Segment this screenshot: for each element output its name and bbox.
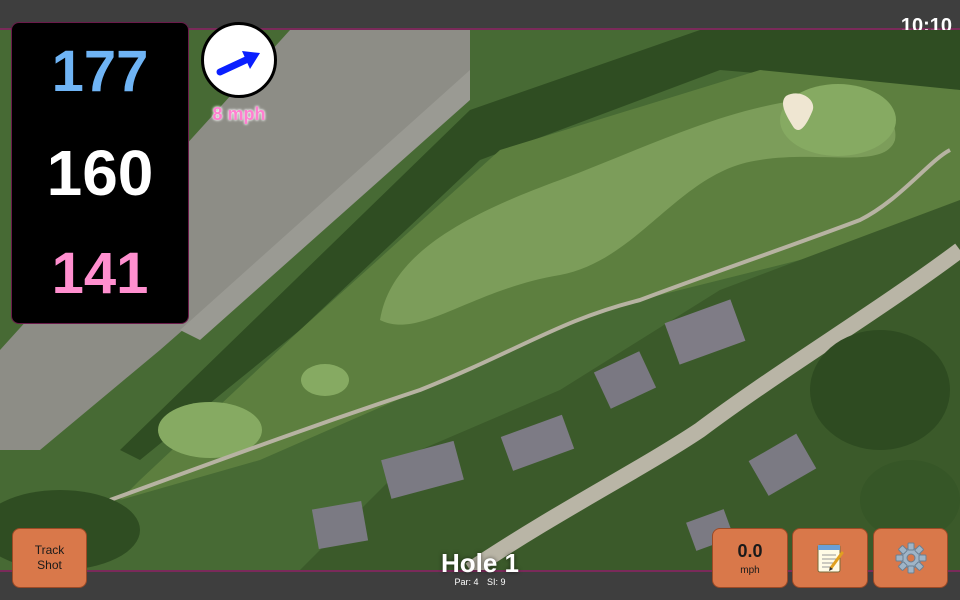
speed-button[interactable]: 0.0 mph: [712, 528, 788, 588]
track-shot-label-line1: Track: [34, 543, 65, 557]
hole-stroke-index: SI: 9: [487, 577, 506, 587]
wind-speed-label: 8 mph: [212, 104, 266, 124]
settings-button[interactable]: [873, 528, 948, 588]
wind-indicator: [201, 22, 277, 98]
hole-title: Hole 1: [440, 548, 520, 578]
hole-info: Par: 4 SI: 9: [400, 577, 560, 587]
middle-distance: 160: [46, 137, 154, 209]
front-distance: 141: [51, 241, 149, 306]
distance-panel: 177 160 141: [11, 22, 189, 324]
speed-value: 0.0: [737, 540, 763, 561]
wind-direction-arrow-icon: [216, 51, 260, 76]
back-distance: 177: [51, 39, 149, 104]
speed-unit: mph: [740, 564, 760, 576]
notepad-icon: [817, 544, 844, 573]
track-shot-label-line2: Shot: [37, 558, 62, 572]
track-shot-button[interactable]: Track Shot: [12, 528, 87, 588]
hole-par: Par: 4: [454, 577, 479, 587]
gear-icon: [895, 542, 926, 574]
notes-button[interactable]: [792, 528, 868, 588]
